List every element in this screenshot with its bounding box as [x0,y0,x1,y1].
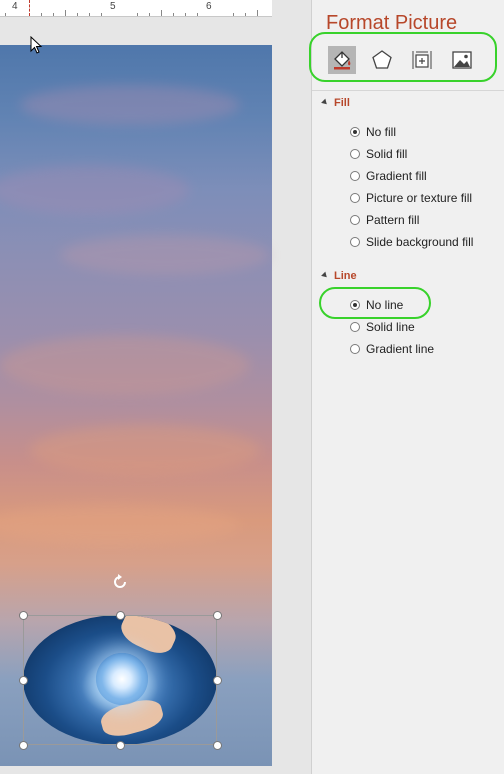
selected-picture[interactable] [19,611,222,750]
resize-handle-right[interactable] [213,676,222,685]
tab-fill-line[interactable] [328,46,356,74]
radio-button[interactable] [350,149,360,159]
rotate-icon [114,574,126,588]
option-pattern-fill[interactable]: Pattern fill [350,212,419,228]
option-label: Pattern fill [366,213,420,227]
radio-button[interactable] [350,237,360,247]
resize-handle-top-left[interactable] [19,611,28,620]
radio-button[interactable] [350,127,360,137]
radio-button[interactable] [350,322,360,332]
tab-picture[interactable] [448,46,476,74]
option-label: Slide background fill [366,235,474,249]
resize-handle-left[interactable] [19,676,28,685]
resize-handle-bottom-left[interactable] [19,741,28,750]
resize-handle-bottom-right[interactable] [213,741,222,750]
rotate-handle[interactable] [110,572,130,592]
radio-button[interactable] [350,300,360,310]
option-no-line[interactable]: No line [350,297,403,313]
line-section-header[interactable]: Line [321,270,357,282]
resize-handle-bottom[interactable] [116,741,125,750]
tab-size-properties[interactable] [408,46,436,74]
option-gradient-fill[interactable]: Gradient fill [350,168,427,184]
option-label: No fill [366,125,397,139]
option-picture-texture-fill[interactable]: Picture or texture fill [350,190,472,206]
tab-effects[interactable] [368,46,396,74]
option-slide-background-fill[interactable]: Slide background fill [350,234,473,250]
option-label: No line [366,298,404,312]
fill-section-title: Fill [334,97,350,109]
radio-button[interactable] [350,215,360,225]
option-gradient-line[interactable]: Gradient line [350,341,434,357]
tabs-divider [312,90,504,91]
line-section-title: Line [334,270,357,282]
collapse-arrow-icon [321,271,329,280]
ruler-number: 5 [110,1,116,12]
radio-button[interactable] [350,344,360,354]
option-label: Gradient fill [366,169,427,183]
option-label: Picture or texture fill [366,191,473,205]
option-label: Solid line [366,320,415,334]
resize-handle-top-right[interactable] [213,611,222,620]
horizontal-ruler: 4 5 6 [0,0,272,17]
ruler-position-marker [29,0,31,16]
fill-section-header[interactable]: Fill [321,97,350,109]
paint-bucket-icon [334,51,351,70]
format-picture-pane: Format Picture Fill No fill Solid fill G… [309,0,504,774]
format-tabs [312,40,504,84]
radio-button[interactable] [350,171,360,181]
slide-canvas[interactable]: 4 5 6 [0,0,311,774]
option-solid-fill[interactable]: Solid fill [350,146,407,162]
collapse-arrow-icon [321,98,329,107]
ruler-number: 4 [12,1,18,12]
selection-border [23,615,217,745]
option-no-fill[interactable]: No fill [350,124,396,140]
picture-icon [452,51,472,69]
resize-handle-top[interactable] [116,611,125,620]
ruler-number: 6 [206,1,212,12]
option-label: Gradient line [366,342,435,356]
radio-button[interactable] [350,193,360,203]
option-solid-line[interactable]: Solid line [350,319,415,335]
pentagon-icon [372,50,392,69]
option-label: Solid fill [366,147,408,161]
size-properties-icon [412,51,432,69]
